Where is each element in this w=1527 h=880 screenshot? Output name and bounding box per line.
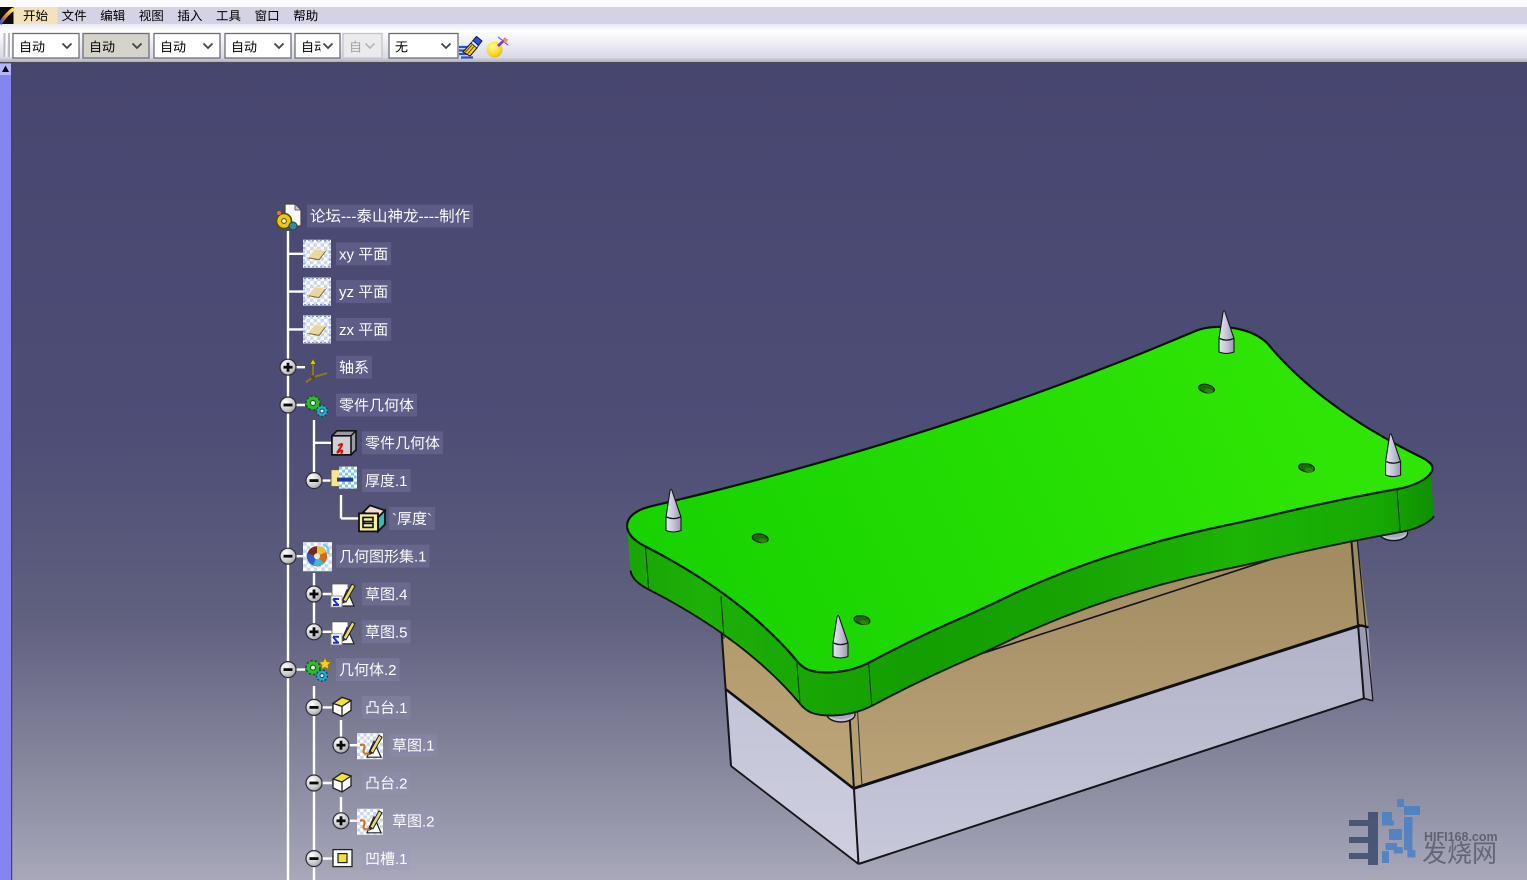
svg-text:.2: .2 bbox=[422, 813, 435, 830]
svg-text:.2: .2 bbox=[395, 776, 408, 793]
svg-text:----: ---- bbox=[418, 209, 439, 226]
svg-text:`: ` bbox=[427, 511, 432, 528]
svg-text:.1: .1 bbox=[395, 700, 408, 717]
svg-text:.4: .4 bbox=[395, 587, 408, 604]
svg-text:.1: .1 bbox=[395, 473, 408, 490]
svg-text:.1: .1 bbox=[414, 549, 427, 566]
svg-text:.1: .1 bbox=[395, 851, 408, 868]
svg-text:zx: zx bbox=[339, 322, 355, 339]
svg-text:.5: .5 bbox=[395, 624, 408, 641]
svg-text:---: --- bbox=[341, 209, 357, 226]
svg-text:`: ` bbox=[392, 511, 397, 528]
svg-text:yz: yz bbox=[339, 284, 354, 301]
svg-text:.1: .1 bbox=[422, 738, 435, 755]
svg-text:xy: xy bbox=[339, 246, 355, 263]
svg-text:.2: .2 bbox=[384, 662, 397, 679]
